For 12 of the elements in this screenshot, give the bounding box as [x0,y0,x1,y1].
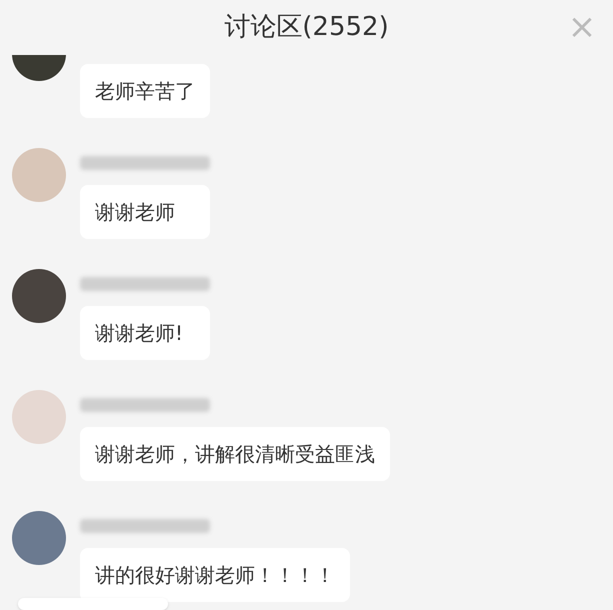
panel-title: 讨论区(2552) [224,11,389,44]
avatar-placeholder [12,148,66,202]
close-button[interactable]: × [565,10,599,44]
avatar-placeholder [12,511,66,565]
message-bubble: 老师辛苦了 [80,64,210,118]
avatar-placeholder [12,269,66,323]
message-bubble: 谢谢老师 [80,185,210,239]
message-bubble: 谢谢老师! [80,306,210,360]
new-messages-pill[interactable] [18,598,168,610]
avatar-placeholder [12,390,66,444]
message-bubble: 讲的很好谢谢老师！！！！ [80,548,350,602]
message-bubble: 谢谢老师，讲解很清晰受益匪浅 [80,427,390,481]
